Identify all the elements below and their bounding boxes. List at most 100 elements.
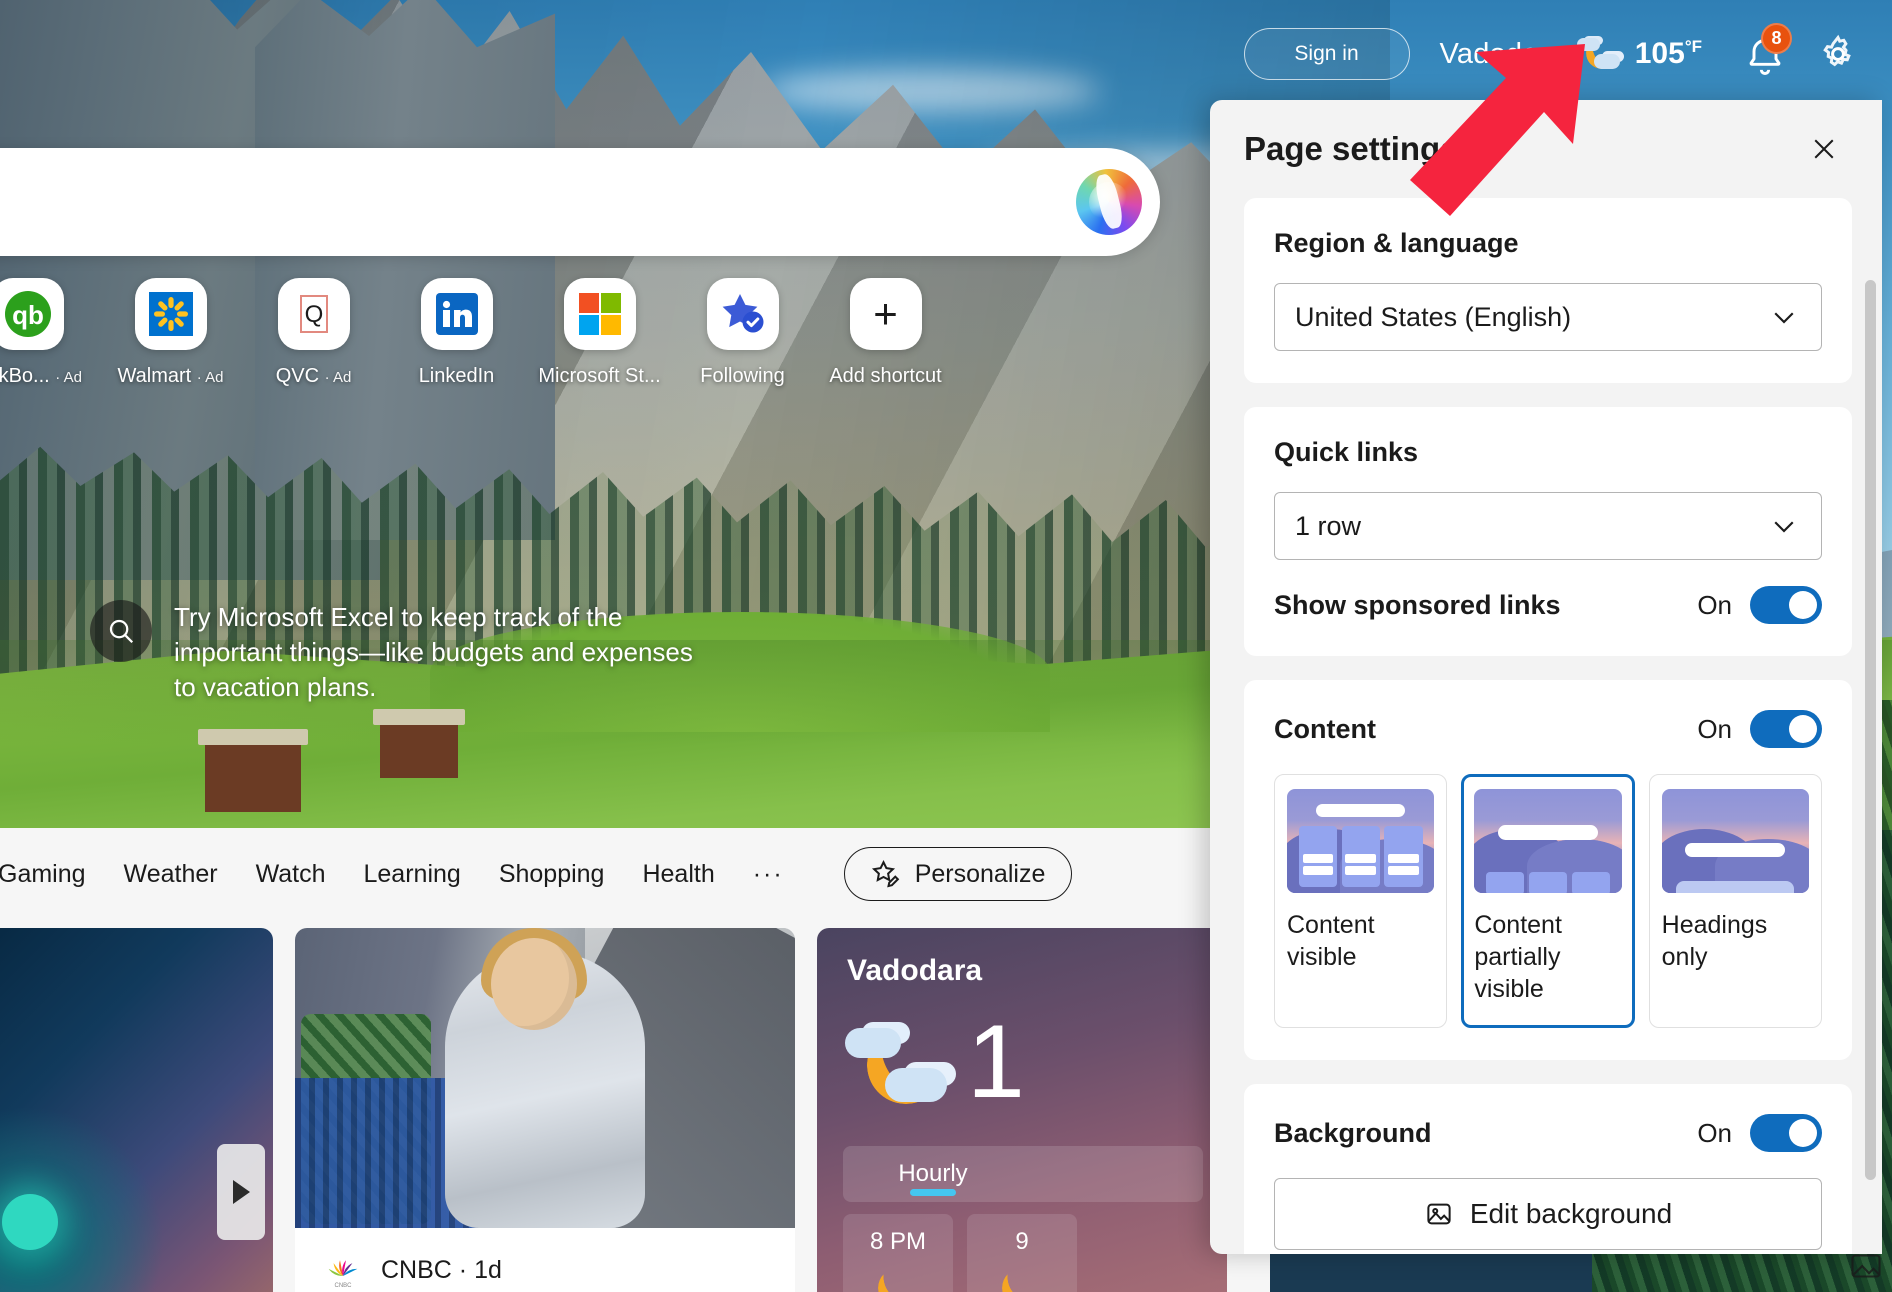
quick-links-heading: Quick links	[1274, 437, 1419, 467]
quick-link-walmart[interactable]: Walmart · Ad	[99, 278, 242, 398]
nav-item-gaming[interactable]: Gaming	[0, 860, 86, 889]
weather-city-label: Vadodara	[1439, 37, 1565, 70]
region-language-value: United States (English)	[1295, 301, 1572, 332]
copilot-icon[interactable]	[1076, 169, 1142, 235]
walmart-icon	[134, 278, 207, 350]
content-cards: CNBC CNBC · 1d Vadodara 1 Hourly 8 PM 9	[0, 928, 1270, 1292]
background-section: Background On Edit background	[1244, 1084, 1852, 1254]
personalize-label: Personalize	[914, 859, 1046, 888]
sponsored-links-state: On	[1697, 589, 1732, 620]
quick-links-section: Quick links 1 row Show sponsored links O…	[1244, 407, 1852, 656]
news-card[interactable]: CNBC CNBC · 1d	[295, 928, 795, 1292]
quick-link-label: Add shortcut	[829, 365, 942, 387]
nav-item-watch[interactable]: Watch	[256, 860, 326, 889]
sponsored-links-toggle[interactable]	[1750, 586, 1822, 624]
background-heading: Background	[1274, 1117, 1432, 1148]
search-bar[interactable]	[0, 148, 1160, 256]
content-state: On	[1697, 713, 1732, 744]
content-option-content-visible[interactable]: Content visible	[1274, 774, 1448, 1028]
content-layout-options: Content visible Content partially visibl…	[1274, 774, 1822, 1028]
weather-hour-item[interactable]: 9	[967, 1214, 1077, 1292]
weather-pill[interactable]: Vadodara 105°F	[1440, 34, 1702, 74]
weather-card-temp: 1	[967, 1004, 1025, 1120]
feature-card[interactable]	[0, 928, 273, 1292]
content-heading: Content	[1274, 713, 1376, 744]
chevron-down-icon	[1774, 521, 1794, 533]
weather-card[interactable]: Vadodara 1 Hourly 8 PM 9	[817, 928, 1227, 1292]
sponsored-links-toggle-group: On	[1697, 586, 1822, 624]
star-pencil-icon	[871, 859, 900, 888]
weather-tab-hourly[interactable]: Hourly	[843, 1146, 1023, 1202]
quick-link-following[interactable]: Following	[671, 278, 814, 398]
sign-in-button[interactable]: Sign in	[1243, 28, 1410, 80]
content-visible-thumb	[1287, 789, 1435, 893]
qvc-icon: Q	[277, 278, 350, 350]
panel-scrollbar[interactable]	[1865, 280, 1876, 1180]
panel-title: Page settings	[1244, 130, 1459, 167]
content-section: Content On Content visible Content parti…	[1244, 680, 1852, 1060]
close-button[interactable]	[1802, 127, 1846, 171]
quick-link-label: uickBo... · Ad	[0, 365, 82, 387]
content-partially-visible-thumb	[1474, 789, 1622, 893]
quick-link-qvc[interactable]: Q QVC · Ad	[242, 278, 385, 398]
sponsored-links-label: Show sponsored links	[1274, 589, 1561, 620]
gear-icon	[1823, 34, 1851, 67]
quick-link-microsoft-store[interactable]: Microsoft St...	[528, 278, 671, 398]
sponsored-links-row: Show sponsored links On	[1274, 586, 1822, 624]
plus-icon: +	[849, 278, 922, 350]
quick-link-label: Following	[700, 365, 785, 387]
image-icon	[1427, 1203, 1451, 1225]
weather-temperature: 105°F	[1634, 37, 1702, 70]
svg-text:qb: qb	[12, 300, 44, 330]
hero-promo: Try Microsoft Excel to keep track of the…	[90, 600, 830, 705]
weather-card-city: Vadodara	[847, 954, 983, 987]
region-language-select[interactable]: United States (English)	[1274, 283, 1822, 351]
chevron-right-icon	[232, 1180, 250, 1204]
nav-item-learning[interactable]: Learning	[364, 860, 461, 889]
quick-link-quickbooks[interactable]: qb uickBo... · Ad	[0, 278, 99, 398]
carousel-next-button[interactable]	[217, 1144, 265, 1240]
content-sheet: Gaming Weather Watch Learning Shopping H…	[0, 828, 1270, 1292]
background-section-header: Background On	[1274, 1114, 1822, 1152]
weather-hourly-list: 8 PM 9	[843, 1214, 1077, 1292]
quickbooks-icon: qb	[0, 278, 64, 350]
region-language-section: Region & language United States (English…	[1244, 198, 1852, 383]
moon-cloud-icon	[1576, 34, 1623, 74]
nav-item-health[interactable]: Health	[642, 860, 714, 889]
quick-link-linkedin[interactable]: LinkedIn	[385, 278, 528, 398]
region-language-heading: Region & language	[1274, 228, 1519, 258]
edit-background-button[interactable]: Edit background	[1274, 1178, 1822, 1250]
following-star-icon	[706, 278, 779, 350]
content-option-content-partially-visible[interactable]: Content partially visible	[1461, 774, 1635, 1028]
panel-body: Region & language United States (English…	[1210, 198, 1882, 1254]
chevron-down-icon	[1774, 312, 1794, 324]
content-option-headings-only[interactable]: Headings only	[1648, 774, 1822, 1028]
notifications-button[interactable]: 8	[1736, 23, 1794, 83]
news-meta: CNBC CNBC · 1d	[295, 1228, 795, 1292]
search-icon[interactable]	[90, 600, 152, 662]
weather-tab-secondary[interactable]	[1023, 1146, 1203, 1202]
nav-item-shopping[interactable]: Shopping	[499, 860, 605, 889]
quick-links-rows-value: 1 row	[1295, 510, 1362, 541]
nav-item-weather[interactable]: Weather	[124, 860, 218, 889]
weather-hour-item[interactable]: 8 PM	[843, 1214, 953, 1292]
svg-text:CNBC: CNBC	[334, 1283, 352, 1289]
svg-text:Q: Q	[304, 301, 323, 328]
news-image	[295, 928, 795, 1228]
personalize-button[interactable]: Personalize	[843, 847, 1073, 901]
quick-link-label: Walmart · Ad	[117, 365, 224, 387]
edit-background-label: Edit background	[1469, 1198, 1673, 1229]
content-option-label: Content partially visible	[1474, 911, 1562, 1003]
promo-text: Try Microsoft Excel to keep track of the…	[174, 602, 693, 703]
top-bar: Sign in Vadodara 105°F 8	[0, 0, 1892, 108]
glow-orb	[2, 1194, 58, 1250]
weather-card-tabs: Hourly	[843, 1146, 1203, 1202]
content-toggle[interactable]	[1750, 710, 1822, 748]
nav-more-button[interactable]: ···	[753, 860, 784, 889]
background-toggle[interactable]	[1750, 1114, 1822, 1152]
quick-link-add-shortcut[interactable]: + Add shortcut	[814, 278, 957, 398]
quick-links-rows-select[interactable]: 1 row	[1274, 492, 1822, 560]
quick-link-label: Microsoft St...	[538, 365, 661, 387]
settings-gear-button[interactable]	[1810, 26, 1866, 82]
alpine-hut	[373, 709, 465, 778]
